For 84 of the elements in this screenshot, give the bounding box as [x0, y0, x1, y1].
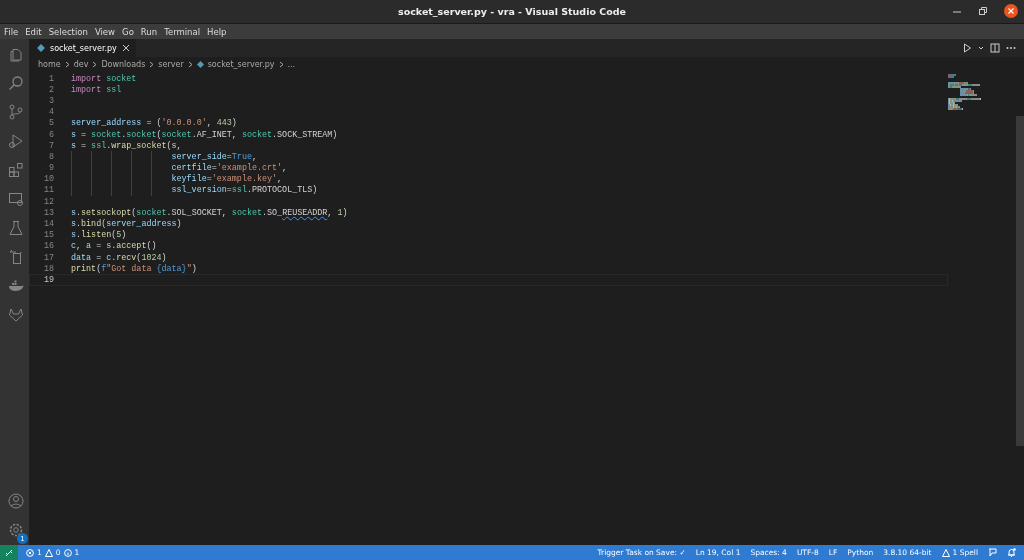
- line-number: 16: [42, 241, 55, 252]
- warning-icon: [941, 548, 950, 557]
- account-icon[interactable]: [7, 492, 24, 509]
- menu-item[interactable]: Help: [207, 26, 227, 37]
- code-line: server_address = ('0.0.0.0', 443): [71, 118, 237, 129]
- breadcrumb-item[interactable]: ...: [287, 60, 296, 69]
- menu-item[interactable]: Selection: [48, 26, 88, 37]
- code-line: data = c.recv(1024): [71, 252, 167, 263]
- settings-icon[interactable]: [7, 521, 24, 538]
- line-number: 5: [47, 118, 55, 129]
- run-debug-icon[interactable]: [7, 132, 24, 149]
- python-file-icon: [37, 44, 45, 52]
- feedback-icon[interactable]: [988, 548, 997, 557]
- search-icon[interactable]: [7, 74, 24, 91]
- breadcrumb-item[interactable]: server: [158, 60, 184, 69]
- menu-item[interactable]: Edit: [25, 26, 42, 37]
- branch-icon[interactable]: [7, 103, 24, 120]
- line-number: 3: [47, 95, 55, 106]
- line-number: 10: [42, 174, 55, 185]
- breadcrumb-item[interactable]: socket_server.py: [207, 60, 275, 69]
- line-number: 2: [47, 84, 55, 95]
- breadcrumb-item[interactable]: Downloads: [101, 60, 146, 69]
- code-line: print(f"Got data {data}"): [71, 263, 197, 274]
- line-number: 11: [42, 185, 55, 196]
- flask-icon[interactable]: [7, 219, 24, 236]
- code-line: import socket: [71, 73, 137, 84]
- scrollbar[interactable]: [1016, 116, 1024, 446]
- menu-item[interactable]: Run: [140, 26, 158, 37]
- line-number: 14: [42, 219, 55, 230]
- line-number: 12: [42, 196, 55, 207]
- chevron-right-icon: [92, 61, 98, 68]
- breadcrumb-item[interactable]: dev: [73, 60, 89, 69]
- code-line: ssl_version=ssl.PROTOCOL_TLS): [170, 185, 318, 196]
- chevron-right-icon: [278, 61, 284, 68]
- code-line: s.setsockopt(socket.SOL_SOCKET, socket.SO_REUSEADDR, 1): [71, 207, 348, 218]
- line-number: 8: [47, 151, 55, 162]
- line-number: 19: [42, 274, 55, 285]
- line-number: 15: [42, 230, 55, 241]
- chevron-down-icon[interactable]: [978, 45, 984, 51]
- line-number: 6: [47, 129, 55, 140]
- menu-item[interactable]: View: [94, 26, 116, 37]
- breadcrumb-item[interactable]: home: [38, 60, 61, 69]
- code-line: s = ssl.wrap_socket(s,: [71, 140, 182, 151]
- close-icon[interactable]: [121, 44, 130, 52]
- fox-icon[interactable]: [7, 306, 24, 323]
- extensions-icon[interactable]: [7, 161, 24, 178]
- code-line: s.bind(server_address): [71, 219, 182, 230]
- remote-button[interactable]: [0, 545, 18, 560]
- line-number: 4: [47, 107, 55, 118]
- warning-icon: [44, 548, 53, 557]
- code-line: import ssl: [71, 84, 122, 95]
- monitor-icon[interactable]: [7, 190, 24, 207]
- window-title: socket_server.py - vra - Visual Studio Code: [398, 6, 626, 17]
- line-number: 7: [47, 140, 55, 151]
- line-number: 17: [42, 252, 55, 263]
- more-icon[interactable]: [1006, 46, 1016, 50]
- split-editor-icon[interactable]: [990, 43, 1000, 53]
- line-number: 9: [47, 163, 55, 174]
- line-number: 1: [47, 73, 55, 84]
- line-number: 18: [42, 263, 55, 274]
- menu-item[interactable]: File: [4, 26, 19, 37]
- menu-item[interactable]: Terminal: [164, 26, 201, 37]
- close-icon[interactable]: [1004, 4, 1018, 18]
- run-icon[interactable]: [963, 43, 972, 53]
- restore-icon[interactable]: [978, 6, 988, 16]
- code-line: server_side=True,: [170, 151, 257, 162]
- menu-item[interactable]: Go: [122, 26, 134, 37]
- code-line: c, a = s.accept(): [71, 241, 157, 252]
- code-line: s = socket.socket(socket.AF_INET, socket.SOCK_STREAM): [71, 129, 338, 140]
- minimap: [948, 74, 981, 112]
- code-line: certfile='example.crt',: [170, 163, 288, 174]
- clipboard-icon[interactable]: [7, 248, 24, 265]
- bell-icon[interactable]: [1007, 548, 1016, 557]
- editor-tab[interactable]: socket_server.py: [29, 39, 136, 57]
- code-line: s.listen(5): [71, 230, 127, 241]
- line-number: 13: [42, 207, 55, 218]
- code-line: keyfile='example.key',: [170, 174, 283, 185]
- chevron-right-icon: [149, 61, 155, 68]
- chevron-right-icon: [187, 61, 193, 68]
- info-icon: [63, 548, 72, 557]
- chevron-right-icon: [64, 61, 70, 68]
- error-icon: [26, 548, 34, 557]
- python-file-icon: [196, 61, 204, 68]
- remote-icon: [5, 548, 13, 557]
